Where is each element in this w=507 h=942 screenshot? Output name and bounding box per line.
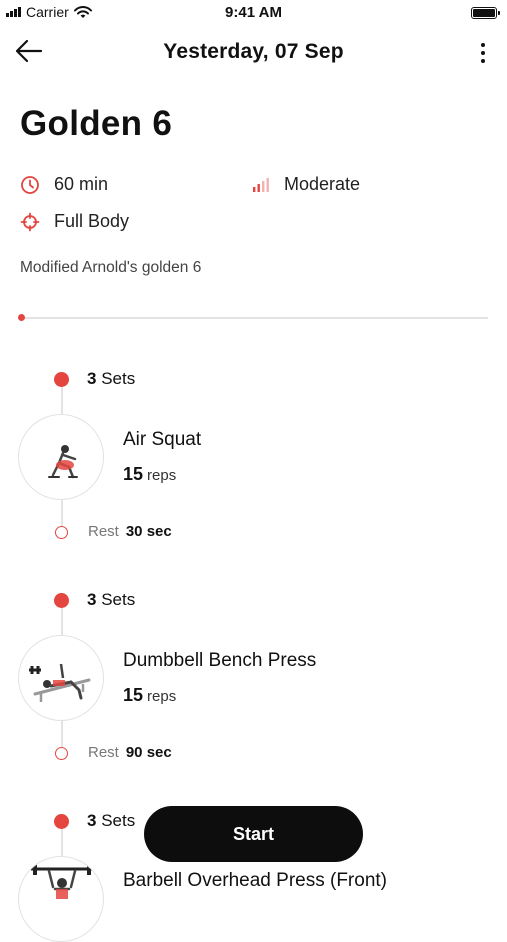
status-time: 9:41 AM bbox=[225, 4, 282, 21]
focus-text: Full Body bbox=[54, 211, 130, 231]
exercise-name[interactable]: Dumbbell Bench Press bbox=[123, 650, 316, 672]
intensity-meta: Moderate bbox=[250, 174, 360, 195]
workout-progress-track bbox=[20, 317, 488, 319]
intensity-text: Moderate bbox=[284, 174, 361, 194]
sets-label: 3 Sets bbox=[87, 369, 136, 388]
exercise-name[interactable]: Barbell Overhead Press (Front) bbox=[123, 870, 387, 892]
page-title: Yesterday, 07 Sep bbox=[163, 40, 344, 63]
nav-bar: Yesterday, 07 Sep bbox=[0, 30, 507, 76]
set-marker-dot bbox=[54, 593, 69, 608]
rest-row: Rest 90 sec bbox=[88, 744, 172, 761]
timeline-connector bbox=[61, 828, 63, 858]
duration-text: 60 min bbox=[54, 174, 109, 194]
exercise-thumbnail-dumbbell-bench-press[interactable] bbox=[18, 635, 104, 721]
workout-progress-marker bbox=[18, 314, 25, 321]
intensity-bars-icon bbox=[250, 175, 270, 195]
exercise-reps: 15 reps bbox=[123, 685, 177, 705]
workout-title: Golden 6 bbox=[20, 104, 173, 143]
clock-icon bbox=[20, 175, 40, 195]
timeline-connector bbox=[61, 607, 63, 637]
sets-label: 3 Sets bbox=[87, 590, 136, 609]
bench-press-figure-image bbox=[29, 663, 91, 702]
exercise-thumbnail-air-squat[interactable] bbox=[18, 414, 104, 500]
rest-marker-dot bbox=[55, 747, 68, 760]
focus-meta: Full Body bbox=[20, 211, 129, 232]
rest-row: Rest 30 sec bbox=[88, 523, 172, 540]
start-workout-button[interactable]: Start bbox=[144, 806, 363, 862]
set-marker-dot bbox=[54, 814, 69, 829]
exercise-reps: 15 reps bbox=[123, 464, 177, 484]
timeline-connector bbox=[61, 719, 63, 747]
squat-figure-image bbox=[48, 445, 78, 479]
duration-meta: 60 min bbox=[20, 174, 108, 195]
rest-marker-dot bbox=[55, 526, 68, 539]
timeline-connector bbox=[61, 498, 63, 526]
sets-label: 3 Sets bbox=[87, 811, 136, 830]
more-options-button[interactable] bbox=[475, 38, 491, 68]
more-vertical-icon bbox=[481, 43, 485, 47]
exercise-name[interactable]: Air Squat bbox=[123, 429, 201, 451]
workout-description: Modified Arnold's golden 6 bbox=[20, 259, 202, 276]
battery-icon bbox=[471, 7, 500, 19]
target-icon bbox=[20, 212, 40, 232]
timeline-connector bbox=[61, 386, 63, 416]
set-marker-dot bbox=[54, 372, 69, 387]
status-bar: Carrier 9:41 AM bbox=[0, 0, 507, 28]
exercise-thumbnail-barbell-overhead-press[interactable] bbox=[18, 856, 104, 942]
